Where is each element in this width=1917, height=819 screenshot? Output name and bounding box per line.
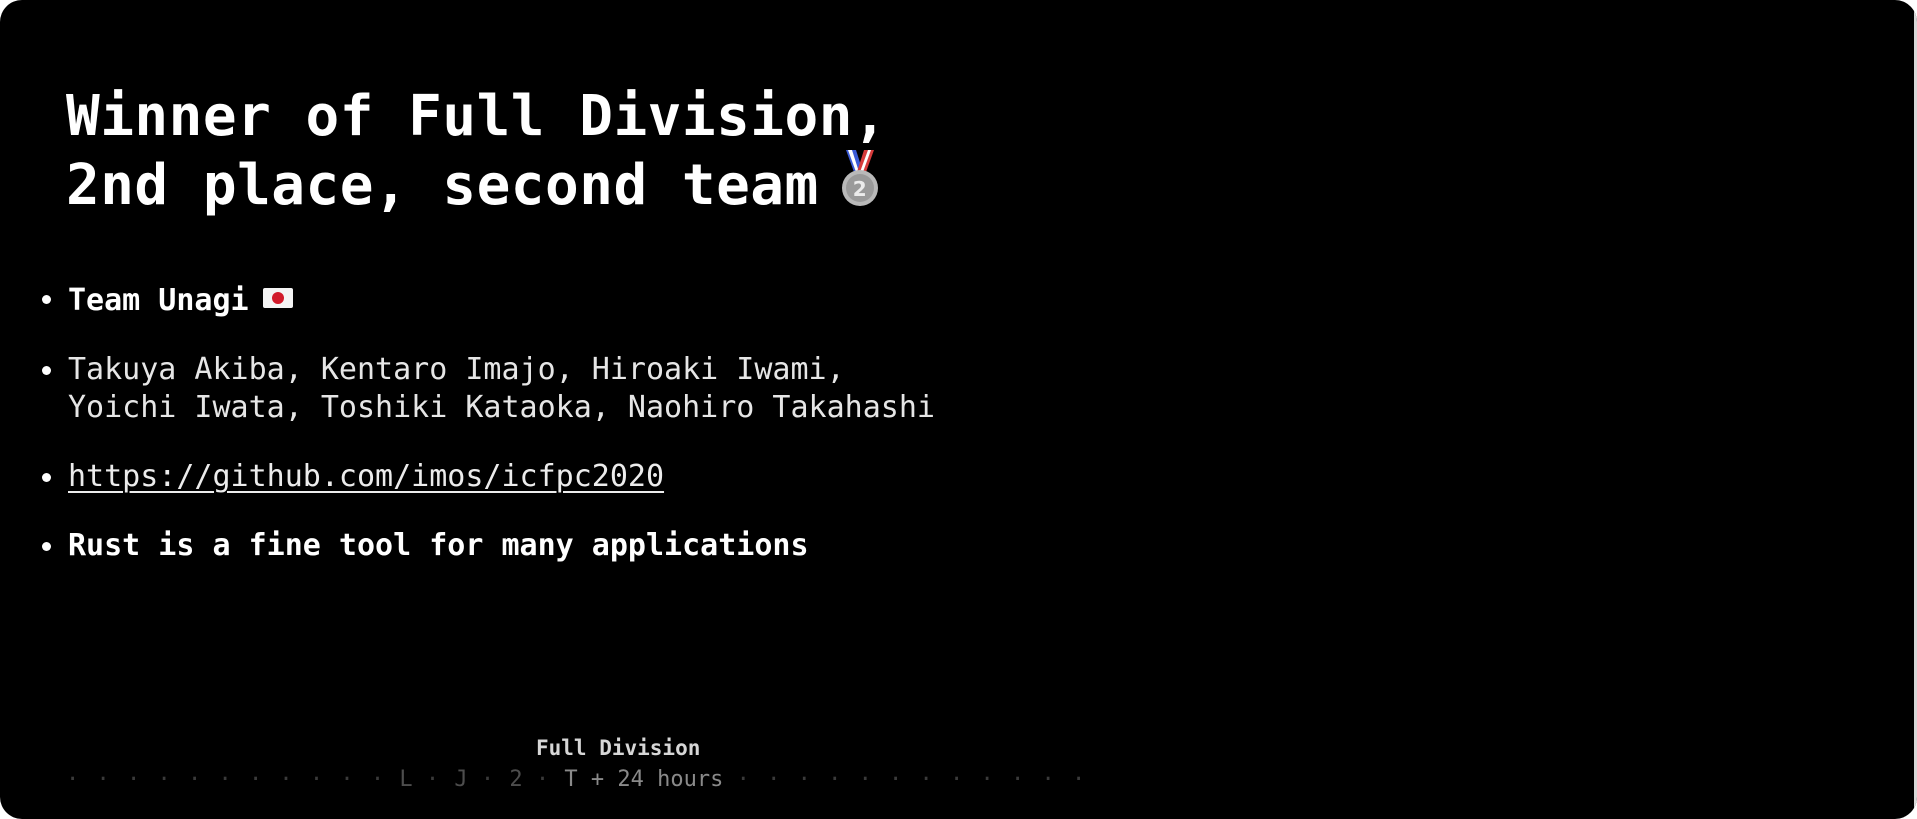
bullet-dot: [42, 366, 51, 375]
nav-item-current[interactable]: T + 24 hours: [564, 767, 723, 792]
footer-navigation: · · · · · · · · · · · L · J · 2 · T + 24…: [66, 767, 1087, 792]
team-members-line-1: Takuya Akiba, Kentaro Imajo, Hiroaki Iwa…: [68, 352, 845, 387]
nav-separator: ·: [425, 767, 442, 792]
nav-item-j[interactable]: J: [454, 767, 467, 792]
bullet-team-members: Takuya Akiba, Kentaro Imajo, Hiroaki Iwa…: [40, 351, 935, 427]
github-repo-link[interactable]: https://github.com/imos/icfpc2020: [68, 459, 664, 494]
title-line-1: Winner of Full Division,: [66, 84, 888, 149]
footer-section-label: Full Division: [536, 736, 701, 760]
bullet-rust-note: Rust is a fine tool for many application…: [40, 527, 935, 565]
nav-separator: ·: [480, 767, 497, 792]
nav-item-l[interactable]: L: [399, 767, 412, 792]
nav-item-2[interactable]: 2: [509, 767, 522, 792]
rust-note-text: Rust is a fine tool for many application…: [68, 528, 809, 563]
team-name-text: Team Unagi: [68, 283, 249, 318]
japan-flag-icon: [262, 280, 293, 318]
title-line-2: 2nd place, second team: [66, 153, 819, 218]
nav-dots-right: · · · · · · · · · · · ·: [736, 767, 1088, 792]
svg-text:2: 2: [853, 177, 867, 201]
second-place-medal-icon: 2: [837, 150, 883, 225]
presentation-slide: Winner of Full Division, 2nd place, seco…: [0, 0, 1917, 819]
team-members-line-2: Yoichi Iwata, Toshiki Kataoka, Naohiro T…: [68, 390, 935, 425]
bullet-dot: [42, 473, 51, 482]
bullet-list: Team Unagi Takuya Akiba, Kentaro Imajo, …: [40, 280, 935, 596]
nav-dots-left: · · · · · · · · · · ·: [66, 767, 387, 792]
nav-separator: ·: [535, 767, 552, 792]
slide-title: Winner of Full Division, 2nd place, seco…: [66, 84, 887, 225]
bullet-repo-link: https://github.com/imos/icfpc2020: [40, 458, 935, 496]
bullet-team-name: Team Unagi: [40, 280, 935, 320]
bullet-dot: [42, 542, 51, 551]
bullet-dot: [42, 295, 51, 304]
